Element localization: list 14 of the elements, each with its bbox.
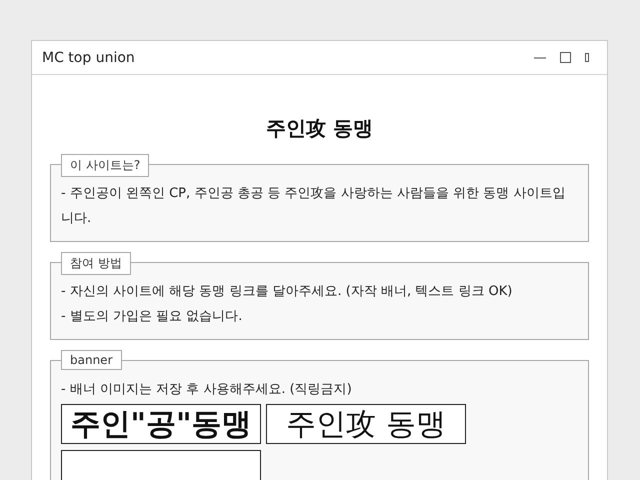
close-icon[interactable] <box>585 53 589 62</box>
info-text: - 배너 이미지는 저장 후 사용해주세요. (직링금지) <box>61 381 353 399</box>
info-text: - 자신의 사이트에 해당 동맹 링크를 달아주세요. (자작 배너, 텍스트 링크 OK) <box>61 283 514 301</box>
minimize-icon[interactable] <box>534 56 546 58</box>
banner-image: 주인攻 동맹 <box>266 404 466 444</box>
section-legend: banner <box>61 350 122 370</box>
section-legend: 이 사이트는? <box>61 154 150 177</box>
info-text: - 주인공이 왼쪽인 CP, 주인공 총공 등 주인攻을 사랑하는 사람들을 위한 동맹 사이트입니다. <box>61 185 566 228</box>
page-heading: 주인攻 동맹 <box>265 115 374 142</box>
banner-image: 주인"공"동맹 <box>61 404 261 444</box>
info-text: - 별도의 가입은 필요 없습니다. <box>61 308 244 326</box>
maximize-icon[interactable] <box>560 52 571 63</box>
section-legend: 참여 방법 <box>61 252 131 275</box>
window-title: MC top union <box>42 50 136 66</box>
